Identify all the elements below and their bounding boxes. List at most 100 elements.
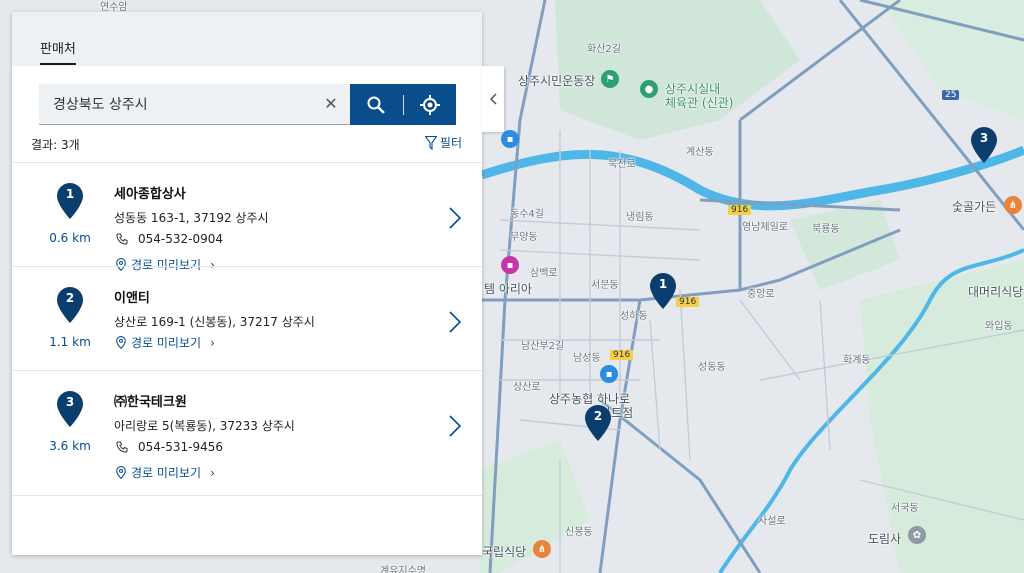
- locate-button[interactable]: [403, 84, 456, 125]
- tab-dealers[interactable]: 판매처: [40, 38, 76, 65]
- map-label: 템 아리아: [484, 282, 532, 296]
- location-target-icon: [419, 94, 440, 115]
- map-label: 계산동: [686, 147, 714, 158]
- dealer-address: 성동동 163-1, 37192 상주시: [114, 211, 269, 225]
- map-label: 계유지수명: [380, 566, 426, 573]
- stadium-icon[interactable]: ⚑: [601, 70, 619, 88]
- dealer-distance: 3.6 km: [49, 439, 91, 453]
- map-label: 화계동: [843, 355, 871, 366]
- map-label: 동수4길: [510, 209, 544, 220]
- map-pin-1[interactable]: 1: [650, 273, 676, 309]
- shopping-icon[interactable]: ▪: [501, 256, 519, 274]
- map-label: 영남제일로: [742, 222, 788, 233]
- route-shield: 916: [676, 297, 700, 307]
- dealer-distance: 1.1 km: [49, 335, 91, 349]
- chevron-right-icon: ›: [210, 465, 215, 480]
- search-button[interactable]: [350, 84, 403, 125]
- map-label: 숯골가든: [952, 200, 997, 214]
- divider: [402, 94, 404, 115]
- route-preview-link[interactable]: 경로 미리보기 ›: [116, 464, 215, 481]
- map-label: 성동동: [698, 362, 726, 373]
- route-preview-label: 경로 미리보기: [131, 336, 202, 350]
- mart-icon[interactable]: ▪: [600, 365, 618, 383]
- map-label: 상산로: [513, 382, 541, 393]
- filter-icon: [424, 135, 437, 150]
- dealer-name: 이앤티: [114, 291, 150, 306]
- map-label: 남산부2길: [521, 341, 565, 352]
- map-label: 사설로: [758, 516, 786, 527]
- dealer-phone[interactable]: 054-532-0904: [116, 232, 223, 246]
- route-shield: 916: [610, 350, 634, 360]
- chevron-right-icon[interactable]: [448, 311, 462, 333]
- dealer-phone-number: 054-531-9456: [138, 440, 224, 454]
- map-label: 중앙로: [747, 289, 775, 300]
- dealer-marker: 3: [57, 391, 83, 427]
- location-icon: [116, 336, 126, 349]
- map-label: 상주시민운동장: [518, 74, 596, 88]
- dealer-name: ㈜한국테크원: [114, 395, 187, 410]
- chevron-left-icon: [489, 93, 497, 105]
- dealer-phone[interactable]: 054-531-9456: [116, 440, 223, 454]
- dealer-distance: 0.6 km: [49, 231, 91, 245]
- collapse-panel-button[interactable]: [482, 66, 504, 132]
- dealer-marker: 2: [57, 287, 83, 323]
- dealer-address: 상산로 169-1 (신봉동), 37217 상주시: [114, 315, 315, 329]
- dealer-panel: 판매처 ✕ 결과: 3개 필터 1 0.6 km 세아종합: [12, 12, 482, 555]
- tab-bar: 판매처: [12, 12, 482, 66]
- dealer-list: 1 0.6 km 세아종합상사 성동동 163-1, 37192 상주시 054…: [12, 162, 482, 496]
- map-label: 화산2길: [587, 44, 621, 55]
- map-label: 국립식당: [482, 545, 527, 559]
- search-box: ✕: [39, 84, 350, 125]
- map-pin-label: 2: [593, 409, 603, 423]
- map-label: 북룡동: [812, 224, 840, 235]
- search-icon: [367, 96, 386, 114]
- route-shield: 916: [728, 205, 752, 215]
- dealer-item[interactable]: 3 3.6 km ㈜한국테크원 아리랑로 5(복룡동), 37233 상주시 0…: [12, 370, 482, 496]
- dealer-marker: 1: [57, 183, 83, 219]
- restaurant-icon[interactable]: ⋔: [1004, 196, 1022, 214]
- dealer-address: 아리랑로 5(복룡동), 37233 상주시: [114, 419, 295, 433]
- search-input[interactable]: [53, 96, 313, 112]
- map-label: 대머리식당: [968, 285, 1024, 299]
- route-shield: 25: [942, 90, 960, 100]
- sports-center-icon[interactable]: ●: [640, 80, 658, 98]
- dealer-marker-label: 1: [65, 187, 75, 201]
- search-actions: [350, 84, 456, 125]
- chevron-right-icon[interactable]: [448, 207, 462, 229]
- clear-icon[interactable]: ✕: [322, 95, 340, 113]
- map-label: 신봉동: [565, 527, 593, 538]
- shop-icon[interactable]: ▪: [501, 130, 519, 148]
- chevron-right-icon[interactable]: [448, 415, 462, 437]
- location-icon: [116, 466, 126, 479]
- map-pin-2[interactable]: 2: [585, 405, 611, 441]
- temple-icon[interactable]: ✿: [908, 526, 926, 544]
- map-label: 서국동: [891, 503, 919, 514]
- route-preview-label: 경로 미리보기: [131, 466, 202, 480]
- filter-label: 필터: [439, 136, 462, 150]
- map-pin-label: 3: [979, 131, 989, 145]
- map-pin-3[interactable]: 3: [971, 127, 997, 163]
- map-label: 냉림동: [626, 212, 654, 223]
- phone-icon: [116, 233, 128, 245]
- map-label: 와입동: [985, 321, 1013, 332]
- map-label: 북천로: [608, 159, 636, 170]
- result-count: 결과: 3개: [31, 138, 80, 152]
- phone-icon: [116, 441, 128, 453]
- route-preview-link[interactable]: 경로 미리보기 ›: [116, 334, 215, 351]
- map-pin-label: 1: [658, 277, 668, 291]
- dealer-marker-label: 2: [65, 291, 75, 305]
- dealer-marker-label: 3: [65, 395, 75, 409]
- map-label: 체육관 (신관): [665, 96, 734, 110]
- filter-button[interactable]: 필터: [424, 134, 462, 151]
- map-label: 도림사: [868, 532, 902, 546]
- map-label: 남성동: [573, 353, 601, 364]
- dealer-phone-number: 054-532-0904: [138, 232, 224, 246]
- map-label: 삼백로: [530, 268, 558, 279]
- dealer-item[interactable]: 2 1.1 km 이앤티 상산로 169-1 (신봉동), 37217 상주시 …: [12, 266, 482, 370]
- map-label: 서문동: [591, 280, 619, 291]
- chevron-right-icon: ›: [210, 335, 215, 350]
- restaurant-icon[interactable]: ⋔: [533, 540, 551, 558]
- map-label: 무양동: [510, 232, 538, 243]
- dealer-item[interactable]: 1 0.6 km 세아종합상사 성동동 163-1, 37192 상주시 054…: [12, 162, 482, 272]
- search-row: ✕: [39, 84, 456, 125]
